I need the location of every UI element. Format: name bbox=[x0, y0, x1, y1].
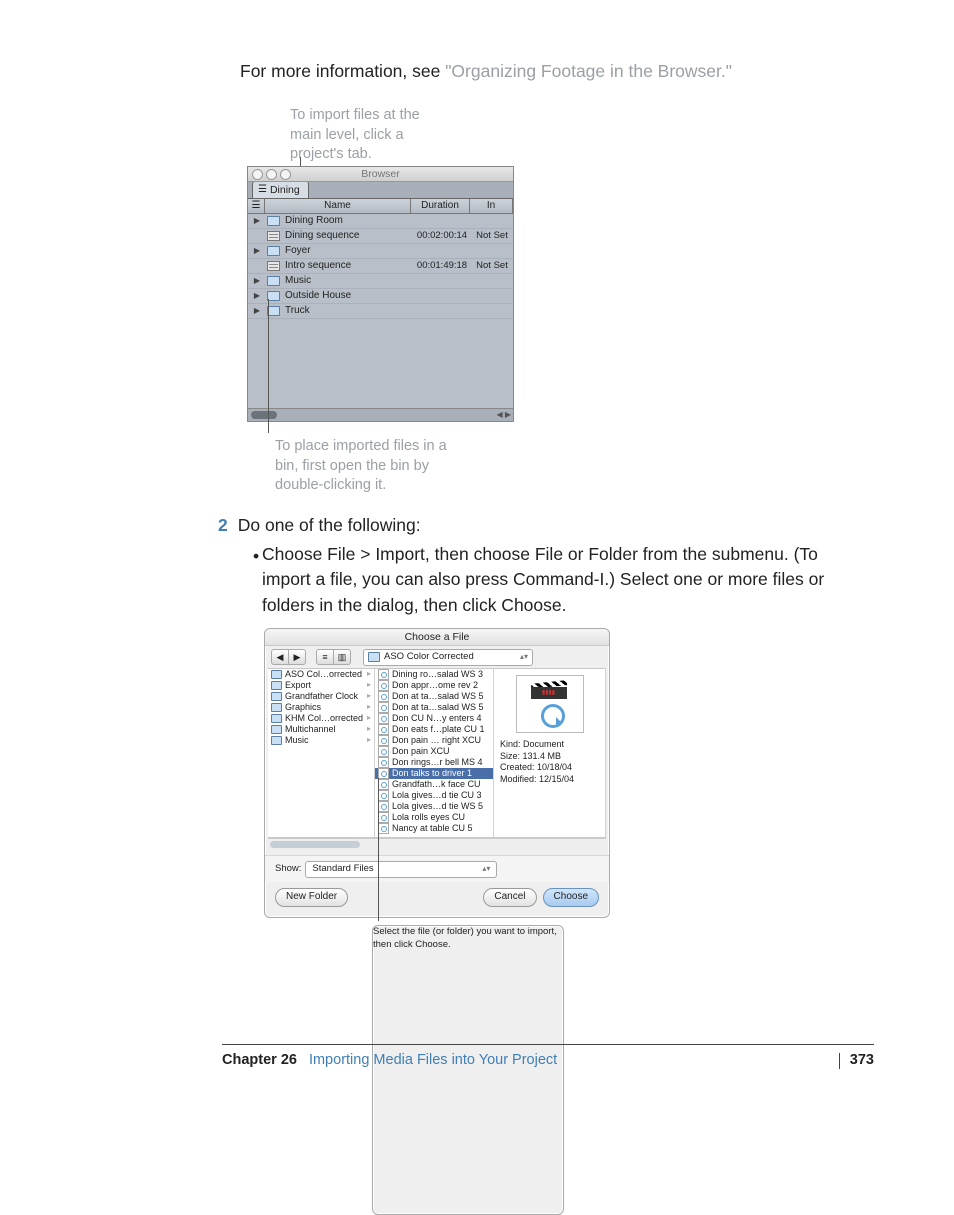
dialog-toolbar: ◀ ▶ ≡ ▥ ASO Color Corrected ▴▾ bbox=[265, 646, 609, 668]
page-footer: Chapter 26 Importing Media Files into Yo… bbox=[222, 1044, 874, 1071]
pane-preview: ▮▮▮▮ Kind: Document Size: 131.4 MB Creat… bbox=[494, 669, 606, 837]
folder-row[interactable]: KHM Col…orrected▸ bbox=[268, 713, 374, 724]
path-label: ASO Color Corrected bbox=[384, 651, 474, 664]
page-number: 373 bbox=[829, 1051, 874, 1071]
file-row[interactable]: Don pain XCU bbox=[375, 746, 493, 757]
browser-row[interactable]: ▶Truck bbox=[248, 304, 513, 319]
browser-row[interactable]: Intro sequence00:01:49:18Not Set bbox=[248, 259, 513, 274]
intro-text: For more information, see "Organizing Fo… bbox=[240, 60, 732, 84]
dialog-buttons: New Folder Cancel Choose bbox=[265, 882, 609, 912]
dialog-scrollbar[interactable] bbox=[268, 838, 606, 849]
file-row[interactable]: Don at ta…salad WS 5 bbox=[375, 702, 493, 713]
quicktime-icon bbox=[541, 704, 565, 728]
col-in[interactable]: In bbox=[470, 199, 513, 213]
step-number: 2 bbox=[218, 514, 228, 538]
col-icon[interactable]: ☰ bbox=[248, 199, 265, 213]
meta-kind: Kind: Document bbox=[500, 739, 599, 751]
preview-thumbnail: ▮▮▮▮ bbox=[516, 675, 584, 733]
browser-row[interactable]: ▶Outside House bbox=[248, 289, 513, 304]
intro-prefix: For more information, see bbox=[240, 61, 445, 81]
col-duration[interactable]: Duration bbox=[411, 199, 470, 213]
bullet-item: • Choose File > Import, then choose File… bbox=[262, 542, 856, 618]
browser-tabbar: ☰ Dining bbox=[248, 182, 513, 199]
file-row[interactable]: Don rings…r bell MS 4 bbox=[375, 757, 493, 768]
file-row[interactable]: Don at ta…salad WS 5 bbox=[375, 691, 493, 702]
callout-bottom: To place imported files in a bin, first … bbox=[275, 437, 455, 496]
file-row[interactable]: Nancy at table CU 5 bbox=[375, 823, 493, 834]
folder-row[interactable]: ASO Col…orrected▸ bbox=[268, 669, 374, 680]
step-text: Do one of the following: bbox=[238, 514, 421, 538]
browser-title: Browser bbox=[361, 168, 400, 180]
chevron-updown-icon: ▴▾ bbox=[482, 864, 490, 875]
callout-top: To import files at the main level, click… bbox=[290, 106, 450, 165]
column-view: ASO Col…orrected▸Export▸Grandfather Cloc… bbox=[268, 668, 606, 838]
project-tab-label: Dining bbox=[270, 183, 300, 197]
show-label: Show: bbox=[275, 863, 301, 876]
browser-row[interactable]: ▶Foyer bbox=[248, 244, 513, 259]
browser-rows: ▶Dining RoomDining sequence00:02:00:14No… bbox=[248, 214, 513, 319]
dialog-title: Choose a File bbox=[265, 629, 609, 646]
new-folder-button[interactable]: New Folder bbox=[275, 888, 348, 907]
file-row[interactable]: Lola rolls eyes CU bbox=[375, 812, 493, 823]
project-tab[interactable]: ☰ Dining bbox=[252, 181, 309, 198]
back-icon[interactable]: ◀ bbox=[271, 649, 289, 665]
window-controls[interactable] bbox=[252, 169, 291, 180]
folder-row[interactable]: Multichannel▸ bbox=[268, 724, 374, 735]
browser-window: Browser ☰ Dining ☰ Name Duration In ▶Din… bbox=[247, 166, 514, 422]
preview-meta: Kind: Document Size: 131.4 MB Created: 1… bbox=[500, 739, 599, 786]
leader-line bbox=[378, 778, 379, 921]
file-row[interactable]: Don appr…ome rev 2 bbox=[375, 680, 493, 691]
column-view-icon[interactable]: ▥ bbox=[334, 649, 351, 665]
browser-titlebar: Browser bbox=[248, 167, 513, 182]
file-row[interactable]: Don pain … right XCU bbox=[375, 735, 493, 746]
browser-row[interactable]: ▶Dining Room bbox=[248, 214, 513, 229]
forward-icon[interactable]: ▶ bbox=[289, 649, 306, 665]
intro-link: "Organizing Footage in the Browser." bbox=[445, 61, 732, 81]
folder-row[interactable]: Grandfather Clock▸ bbox=[268, 691, 374, 702]
folder-row[interactable]: Export▸ bbox=[268, 680, 374, 691]
bullet-dot: • bbox=[253, 544, 259, 569]
choose-file-dialog: Choose a File ◀ ▶ ≡ ▥ ASO Color Correcte… bbox=[264, 628, 610, 918]
col-name[interactable]: Name bbox=[265, 199, 411, 213]
list-view-icon[interactable]: ≡ bbox=[316, 649, 334, 665]
file-row[interactable]: Don talks to driver 1 bbox=[375, 768, 493, 779]
show-dropdown[interactable]: Standard Files ▴▾ bbox=[305, 861, 497, 878]
cancel-button[interactable]: Cancel bbox=[483, 888, 536, 907]
folder-icon bbox=[368, 652, 380, 662]
show-row: Show: Standard Files ▴▾ bbox=[265, 855, 609, 882]
nav-back-forward[interactable]: ◀ ▶ bbox=[271, 649, 306, 665]
folder-row[interactable]: Music▸ bbox=[268, 735, 374, 746]
path-dropdown[interactable]: ASO Color Corrected ▴▾ bbox=[363, 649, 533, 666]
chevron-updown-icon: ▴▾ bbox=[520, 652, 528, 663]
file-row[interactable]: Lola gives…d tie CU 3 bbox=[375, 790, 493, 801]
chapter-title: Importing Media Files into Your Project bbox=[309, 1051, 557, 1071]
choose-button[interactable]: Choose bbox=[543, 888, 599, 907]
file-row[interactable]: Lola gives…d tie WS 5 bbox=[375, 801, 493, 812]
file-row[interactable]: Don CU N…y enters 4 bbox=[375, 713, 493, 724]
folder-row[interactable]: Graphics▸ bbox=[268, 702, 374, 713]
file-row[interactable]: Dining ro…salad WS 3 bbox=[375, 669, 493, 680]
browser-header: ☰ Name Duration In bbox=[248, 199, 513, 214]
pane-folders[interactable]: ASO Col…orrected▸Export▸Grandfather Cloc… bbox=[268, 669, 375, 837]
bullet-text: Choose File > Import, then choose File o… bbox=[262, 544, 824, 615]
step-2: 2 Do one of the following: bbox=[240, 514, 421, 538]
pane-files[interactable]: Dining ro…salad WS 3Don appr…ome rev 2Do… bbox=[375, 669, 494, 837]
meta-modified: Modified: 12/15/04 bbox=[500, 774, 599, 786]
chapter-label: Chapter 26 bbox=[222, 1051, 297, 1071]
browser-row[interactable]: ▶Music bbox=[248, 274, 513, 289]
leader-line bbox=[268, 299, 269, 433]
view-mode-buttons[interactable]: ≡ ▥ bbox=[316, 649, 351, 665]
meta-created: Created: 10/18/04 bbox=[500, 762, 599, 774]
meta-size: Size: 131.4 MB bbox=[500, 751, 599, 763]
show-value: Standard Files bbox=[312, 863, 373, 876]
file-row[interactable]: Don eats f…plate CU 1 bbox=[375, 724, 493, 735]
browser-row[interactable]: Dining sequence00:02:00:14Not Set bbox=[248, 229, 513, 244]
browser-scrollbar[interactable]: ◀ ▶ bbox=[248, 408, 513, 421]
file-row[interactable]: Grandfath…k face CU bbox=[375, 779, 493, 790]
